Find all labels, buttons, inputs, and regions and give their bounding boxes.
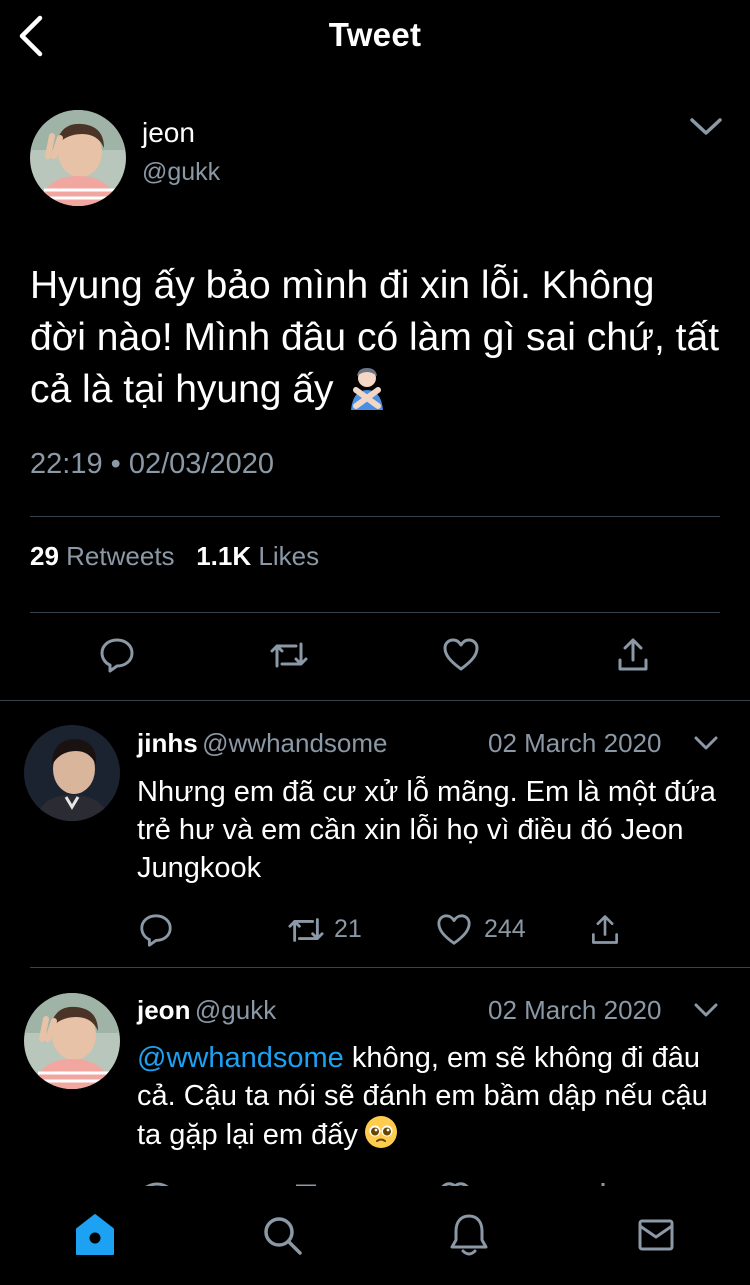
reply-header: jinhs @wwhandsome bbox=[137, 728, 388, 759]
avatar[interactable] bbox=[30, 110, 126, 206]
divider bbox=[0, 700, 750, 701]
tab-home[interactable] bbox=[74, 1212, 116, 1258]
author-name[interactable]: jinhs bbox=[137, 728, 198, 758]
reply-button[interactable] bbox=[138, 912, 174, 948]
tab-search[interactable] bbox=[261, 1214, 303, 1256]
heart-icon bbox=[443, 638, 479, 671]
retweet-icon bbox=[270, 642, 308, 668]
profile-photo bbox=[24, 993, 120, 1089]
more-options-button[interactable] bbox=[692, 732, 720, 754]
tweet-stats: 29 Retweets 1.1K Likes bbox=[30, 541, 319, 572]
reply-icon bbox=[100, 638, 134, 673]
profile-photo bbox=[30, 110, 126, 206]
chevron-down-icon bbox=[690, 118, 722, 135]
tweet-timestamp: 22:19 • 02/03/2020 bbox=[30, 448, 275, 480]
search-icon bbox=[264, 1217, 302, 1255]
retweets-label[interactable]: Retweets bbox=[66, 541, 174, 571]
reply-text: @wwhandsome không, em sẽ không đi đâu cả… bbox=[137, 1039, 727, 1154]
chevron-down-icon bbox=[694, 1003, 718, 1017]
tweet-text: Hyung ấy bảo mình đi xin lỗi. Không đời … bbox=[30, 260, 720, 416]
top-bar: Tweet bbox=[0, 0, 750, 80]
page-title: Tweet bbox=[328, 16, 422, 53]
more-options-button[interactable] bbox=[692, 999, 720, 1021]
chevron-down-icon bbox=[694, 736, 718, 750]
share-icon bbox=[592, 915, 618, 944]
share-icon bbox=[618, 638, 648, 671]
avatar[interactable] bbox=[24, 993, 120, 1089]
like-count: 244 bbox=[484, 915, 526, 943]
retweet-button[interactable] bbox=[268, 636, 310, 674]
reply-button[interactable] bbox=[98, 636, 136, 674]
reply-text: Nhưng em đã cư xử lỗ mãng. Em là một đứa… bbox=[137, 776, 716, 884]
divider bbox=[30, 516, 720, 517]
pleading-face-emoji bbox=[364, 1115, 398, 1149]
share-button[interactable] bbox=[588, 912, 622, 948]
profile-photo bbox=[24, 725, 120, 821]
retweet-count[interactable]: 29 bbox=[30, 541, 59, 571]
avatar[interactable] bbox=[24, 725, 120, 821]
share-button[interactable] bbox=[614, 636, 652, 674]
author-handle[interactable]: @wwhandsome bbox=[202, 728, 387, 758]
retweet-count: 21 bbox=[334, 915, 362, 943]
reply-header: jeon @gukk bbox=[137, 995, 276, 1026]
more-options-button[interactable] bbox=[686, 112, 726, 142]
author-name[interactable]: jeon bbox=[142, 117, 195, 149]
tab-messages[interactable] bbox=[637, 1216, 675, 1254]
author-name[interactable]: jeon bbox=[137, 995, 190, 1025]
reply-icon bbox=[140, 914, 172, 947]
tab-notifications[interactable] bbox=[448, 1212, 490, 1258]
likes-label[interactable]: Likes bbox=[258, 541, 319, 571]
envelope-icon bbox=[638, 1219, 674, 1251]
divider bbox=[30, 967, 750, 968]
bell-icon bbox=[450, 1214, 488, 1256]
home-icon bbox=[76, 1214, 114, 1255]
reply-date: 02 March 2020 bbox=[488, 995, 662, 1025]
reply-date: 02 March 2020 bbox=[488, 728, 662, 758]
divider bbox=[30, 612, 720, 613]
like-button[interactable] bbox=[442, 636, 480, 674]
heart-icon bbox=[437, 914, 471, 945]
retweet-button[interactable] bbox=[286, 912, 326, 948]
mention-link[interactable]: @wwhandsome bbox=[137, 1042, 344, 1074]
like-count[interactable]: 1.1K bbox=[196, 541, 251, 571]
like-button[interactable] bbox=[436, 912, 472, 948]
author-handle[interactable]: @gukk bbox=[195, 995, 276, 1025]
retweet-icon bbox=[288, 918, 324, 942]
person-gesturing-no-emoji bbox=[344, 364, 390, 410]
author-handle[interactable]: @gukk bbox=[142, 158, 220, 187]
